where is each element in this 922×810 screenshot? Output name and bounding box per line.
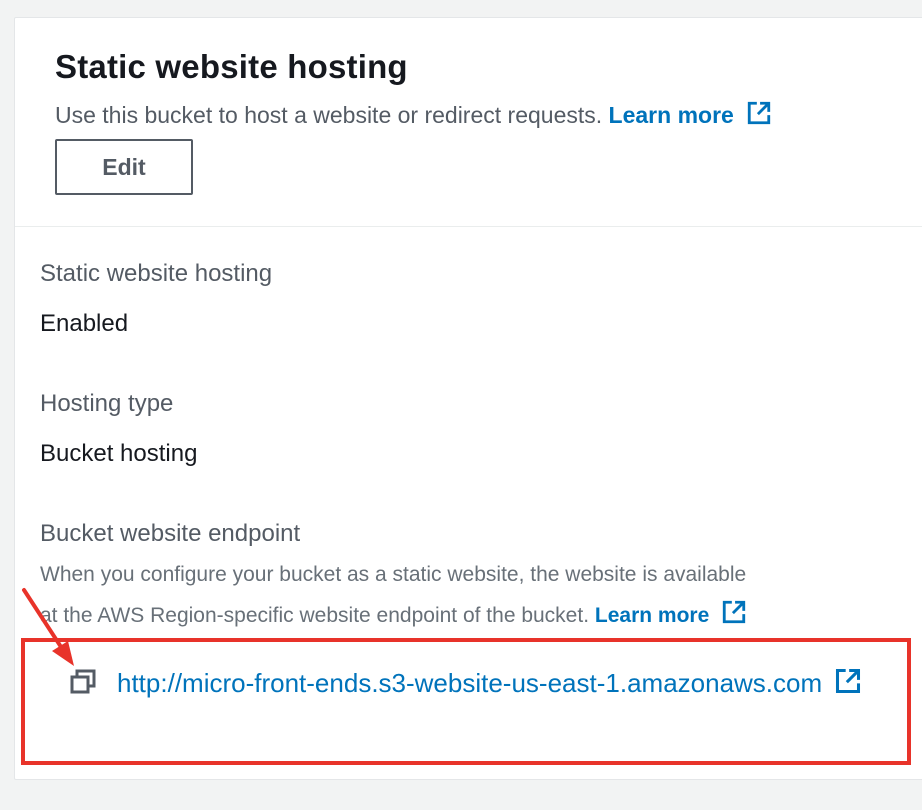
endpoint-url-link[interactable]: http://micro-front-ends.s3-website-us-ea…: [117, 668, 862, 698]
copy-icon[interactable]: [69, 661, 97, 711]
endpoint-learn-more-label: Learn more: [594, 604, 710, 627]
hosting-type-label: Hosting type: [40, 390, 174, 417]
external-link-icon: [721, 599, 747, 631]
learn-more-link[interactable]: Learn more: [608, 101, 772, 128]
endpoint-help-line-2: at the AWS Region-specific website endpo…: [40, 599, 747, 631]
hosting-type-value: Bucket hosting: [40, 440, 198, 467]
hosting-status-label: Static website hosting: [40, 260, 273, 287]
panel-description: Use this bucket to host a website or red…: [55, 100, 772, 132]
endpoint-help-text: at the AWS Region-specific website endpo…: [40, 604, 590, 627]
hosting-status-value: Enabled: [40, 310, 129, 337]
endpoint-help-line-1: When you configure your bucket as a stat…: [40, 563, 747, 586]
panel-title: Static website hosting: [55, 48, 408, 85]
endpoint-row: http://micro-front-ends.s3-website-us-ea…: [55, 658, 895, 711]
endpoint-label: Bucket website endpoint: [40, 520, 301, 547]
panel-header: Static website hosting Use this bucket t…: [15, 18, 922, 227]
external-link-icon: [746, 100, 772, 132]
endpoint-url: http://micro-front-ends.s3-website-us-ea…: [117, 668, 823, 698]
learn-more-label: Learn more: [608, 102, 734, 128]
endpoint-learn-more-link[interactable]: Learn more: [594, 600, 747, 627]
description-text: Use this bucket to host a website or red…: [55, 102, 603, 128]
external-link-icon: [834, 661, 862, 711]
edit-button[interactable]: Edit: [55, 139, 193, 195]
